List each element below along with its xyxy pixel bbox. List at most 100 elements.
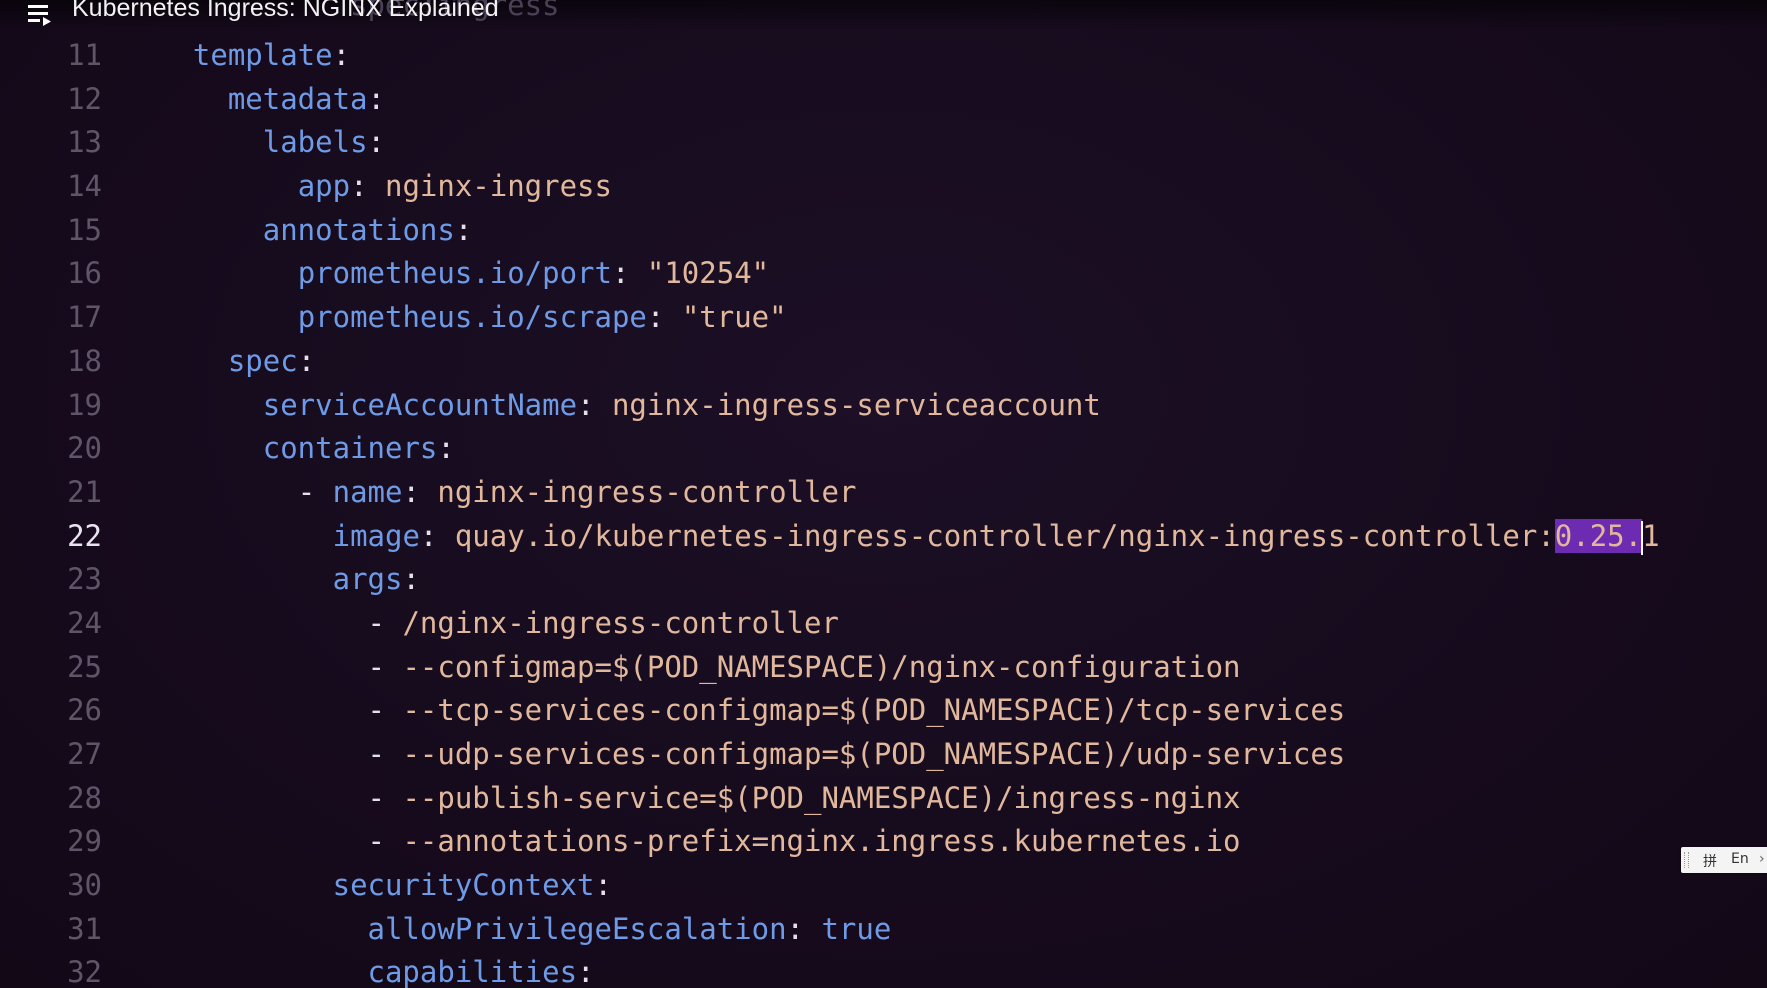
- code-text[interactable]: args:: [158, 558, 420, 602]
- code-line[interactable]: 17 prometheus.io/scrape: "true": [0, 296, 1767, 340]
- code-line[interactable]: 27 - --udp-services-configmap=$(POD_NAME…: [0, 733, 1767, 777]
- list-dash: -: [367, 693, 403, 728]
- line-number: 29: [67, 824, 102, 859]
- code-text[interactable]: prometheus.io/scrape: "true": [158, 296, 787, 340]
- playlist-icon[interactable]: [28, 2, 54, 26]
- list-dash: -: [367, 780, 403, 815]
- code-text[interactable]: - --udp-services-configmap=$(POD_NAMESPA…: [158, 733, 1346, 777]
- line-number: 17: [67, 300, 102, 335]
- chevron-right-icon[interactable]: ›: [1759, 851, 1765, 867]
- yaml-key: app: [297, 169, 351, 204]
- yaml-punctuation: :: [611, 256, 647, 291]
- drag-handle-icon[interactable]: [1684, 852, 1689, 868]
- code-line[interactable]: 13 labels:: [0, 121, 1767, 165]
- line-number: 28: [67, 780, 102, 815]
- code-lines[interactable]: 11 template: 12 metadata: 13 labels: 14 app…: [0, 34, 1767, 988]
- code-text[interactable]: capabilities:: [158, 951, 595, 988]
- code-line[interactable]: 14 app: nginx-ingress: [0, 165, 1767, 209]
- code-text[interactable]: - --configmap=$(POD_NAMESPACE)/nginx-con…: [158, 646, 1241, 690]
- code-text[interactable]: - --publish-service=$(POD_NAMESPACE)/ing…: [158, 777, 1241, 821]
- code-text[interactable]: app: nginx-ingress: [158, 165, 612, 209]
- line-number: 21: [67, 474, 102, 509]
- code-text[interactable]: containers:: [158, 427, 455, 471]
- video-title[interactable]: Kubernetes Ingress: NGINX Explained: [72, 0, 499, 23]
- code-text[interactable]: annotations:: [158, 209, 473, 253]
- yaml-punctuation: :: [402, 474, 438, 509]
- ime-language-button[interactable]: En: [1731, 851, 1749, 867]
- code-line[interactable]: 21 - name: nginx-ingress-controller: [0, 471, 1767, 515]
- line-number: 25: [67, 649, 102, 684]
- yaml-punctuation: :: [594, 868, 612, 903]
- code-line[interactable]: 19 serviceAccountName: nginx-ingress-ser…: [0, 384, 1767, 428]
- code-line[interactable]: 16 prometheus.io/port: "10254": [0, 252, 1767, 296]
- code-line[interactable]: 11 template:: [0, 34, 1767, 78]
- code-line[interactable]: 31 allowPrivilegeEscalation: true: [0, 908, 1767, 952]
- code-text[interactable]: prometheus.io/port: "10254": [158, 252, 769, 296]
- yaml-value: --publish-service=$(POD_NAMESPACE)/ingre…: [402, 780, 1241, 815]
- code-line[interactable]: 15 annotations:: [0, 209, 1767, 253]
- code-line[interactable]: 18 spec:: [0, 340, 1767, 384]
- line-number: 24: [67, 605, 102, 640]
- yaml-punctuation: :: [350, 169, 385, 204]
- yaml-key: allowPrivilegeEscalation: [367, 911, 787, 946]
- code-text[interactable]: allowPrivilegeEscalation: true: [158, 908, 892, 952]
- code-text[interactable]: - /nginx-ingress-controller: [158, 602, 839, 646]
- code-text[interactable]: securityContext:: [158, 864, 612, 908]
- code-line[interactable]: 32 capabilities:: [0, 951, 1767, 988]
- code-line[interactable]: 26 - --tcp-services-configmap=$(POD_NAME…: [0, 689, 1767, 733]
- code-text[interactable]: image: quay.io/kubernetes-ingress-contro…: [158, 515, 1660, 559]
- list-dash: -: [367, 824, 403, 859]
- code-text[interactable]: - name: nginx-ingress-controller: [158, 471, 857, 515]
- yaml-key: labels: [262, 125, 368, 160]
- ime-toolbar[interactable]: 拼 En ›: [1681, 847, 1767, 873]
- ime-mode-button[interactable]: 拼: [1703, 851, 1717, 871]
- yaml-punctuation: :: [419, 518, 455, 553]
- code-line[interactable]: 22 image: quay.io/kubernetes-ingress-con…: [0, 515, 1767, 559]
- list-dash: -: [367, 649, 403, 684]
- line-number: 26: [67, 693, 102, 728]
- line-number: 15: [67, 212, 102, 247]
- code-line[interactable]: 28 - --publish-service=$(POD_NAMESPACE)/…: [0, 777, 1767, 821]
- code-line[interactable]: 20 containers:: [0, 427, 1767, 471]
- yaml-key: name: [332, 474, 403, 509]
- code-text[interactable]: - --annotations-prefix=nginx.ingress.kub…: [158, 820, 1241, 864]
- code-text[interactable]: labels:: [158, 121, 385, 165]
- list-dash: -: [367, 737, 403, 771]
- code-editor[interactable]: 11 template: 12 metadata: 13 labels: 14 app…: [0, 0, 1767, 988]
- list-dash: -: [367, 605, 403, 640]
- code-line[interactable]: 30 securityContext:: [0, 864, 1767, 908]
- code-line[interactable]: 23 args:: [0, 558, 1767, 602]
- yaml-value: --udp-services-configmap=$(POD_NAMESPACE…: [402, 737, 1346, 771]
- code-text[interactable]: metadata:: [158, 78, 385, 122]
- code-line[interactable]: 24 - /nginx-ingress-controller: [0, 602, 1767, 646]
- line-number: 27: [67, 737, 102, 771]
- yaml-punctuation: :: [332, 38, 351, 72]
- code-line[interactable]: 12 metadata:: [0, 78, 1767, 122]
- code-text[interactable]: - --tcp-services-configmap=$(POD_NAMESPA…: [158, 689, 1346, 733]
- yaml-punctuation: :: [367, 125, 385, 160]
- line-number: 12: [67, 81, 102, 116]
- line-number: 22: [67, 518, 102, 553]
- yaml-value: --configmap=$(POD_NAMESPACE)/nginx-confi…: [402, 649, 1241, 684]
- yaml-punctuation: :: [297, 343, 316, 378]
- code-line[interactable]: 25 - --configmap=$(POD_NAMESPACE)/nginx-…: [0, 646, 1767, 690]
- yaml-value: nginx-ingress-controller: [437, 474, 857, 509]
- code-text[interactable]: template:: [158, 34, 350, 78]
- yaml-punctuation: :: [437, 431, 455, 466]
- code-text[interactable]: spec:: [158, 340, 315, 384]
- code-text[interactable]: serviceAccountName: nginx-ingress-servic…: [158, 384, 1101, 428]
- yaml-value: nginx-ingress-serviceaccount: [611, 387, 1101, 422]
- line-number: 18: [67, 343, 102, 378]
- yaml-punctuation: :: [646, 300, 682, 335]
- yaml-value: "true": [681, 300, 787, 335]
- code-line[interactable]: 29 - --annotations-prefix=nginx.ingress.…: [0, 820, 1767, 864]
